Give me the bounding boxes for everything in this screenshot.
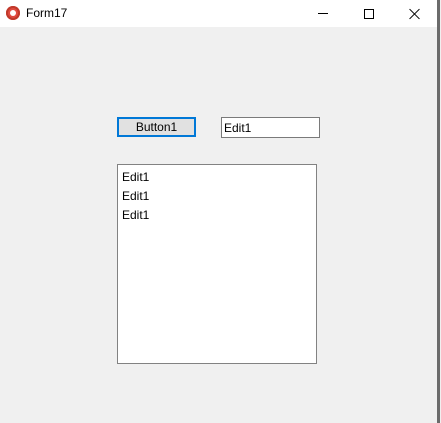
memo-line: Edit1: [122, 189, 150, 203]
maximize-icon: [364, 8, 374, 19]
window-title: Form17: [26, 6, 68, 20]
button1[interactable]: Button1: [117, 117, 196, 137]
minimize-button[interactable]: [300, 0, 346, 27]
title-bar[interactable]: Form17: [0, 0, 437, 27]
edit1-field[interactable]: [221, 117, 320, 138]
close-button[interactable]: [392, 0, 438, 27]
memo-line: Edit1: [122, 170, 150, 184]
memo1-textarea[interactable]: Edit1 Edit1 Edit1: [117, 164, 317, 364]
memo-line: Edit1: [122, 208, 150, 222]
close-icon: [409, 8, 421, 20]
form17-window: Form17 Button1 Edit1 Edit1 Edit1: [0, 0, 440, 423]
delphi-app-icon[interactable]: [6, 6, 20, 20]
maximize-button[interactable]: [346, 0, 392, 27]
minimize-icon: [318, 13, 328, 14]
